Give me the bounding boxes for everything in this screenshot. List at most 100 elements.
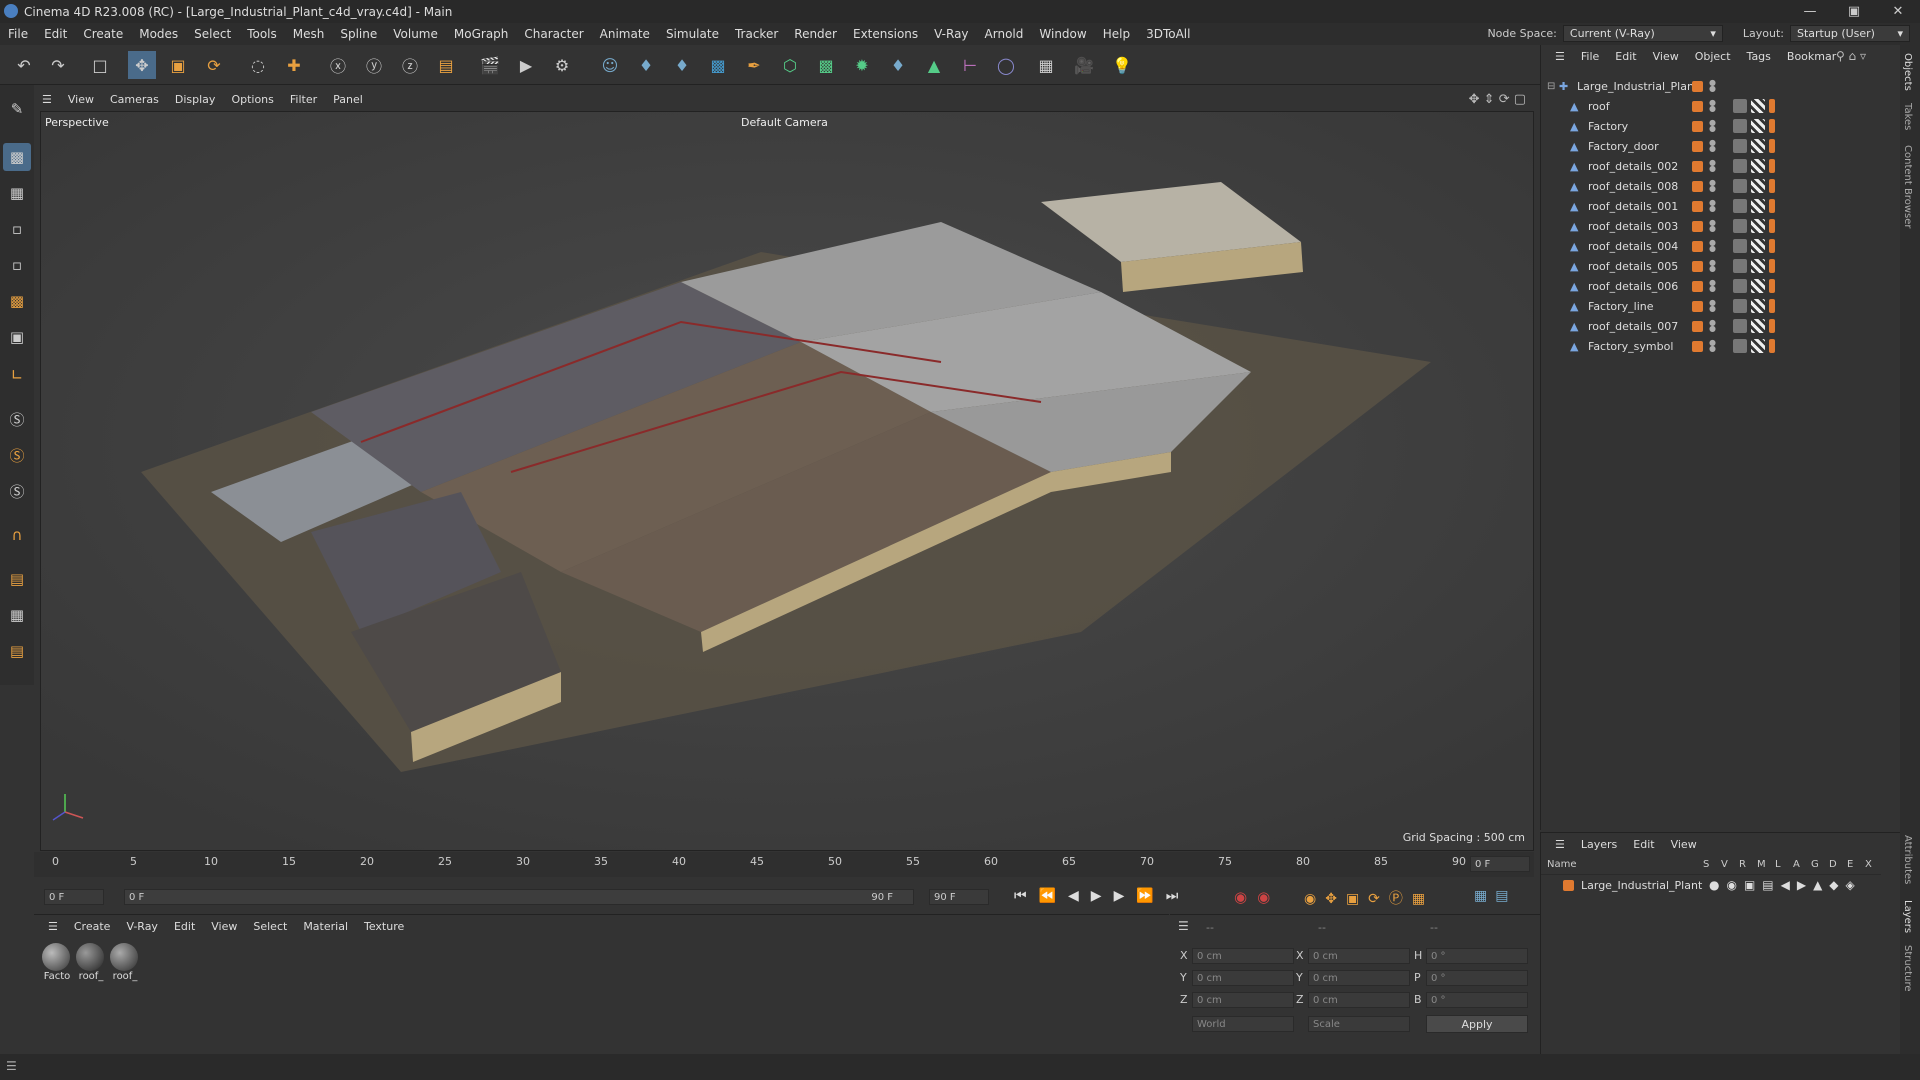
texture-tag-icon[interactable] (1751, 199, 1765, 213)
material-menu-view[interactable]: View (203, 920, 245, 933)
workplane-icon[interactable]: ▤ (3, 565, 31, 593)
snap-workplane-icon[interactable]: Ⓢ (3, 477, 31, 505)
phong-tag-icon[interactable] (1769, 139, 1775, 153)
object-row[interactable]: ▲ Factory_door ● ● (1541, 136, 1881, 156)
current-frame-field[interactable]: 0 F (1470, 856, 1530, 872)
object-row[interactable]: ▲ roof_details_004 ● ● (1541, 236, 1881, 256)
side-tab-layers[interactable]: Layers (1902, 900, 1913, 933)
object-row[interactable]: ▲ roof_details_006 ● ● (1541, 276, 1881, 296)
mograph-cloner-icon[interactable]: ✹ (848, 51, 876, 79)
menu-modes[interactable]: Modes (131, 27, 186, 41)
objects-menu-file[interactable]: File (1573, 50, 1607, 63)
viewport-menu-options[interactable]: Options (223, 93, 281, 106)
rotation-b-field[interactable]: 0 ° (1426, 992, 1528, 1008)
object-row[interactable]: ▲ Factory_line ● ● (1541, 296, 1881, 316)
menu-tools[interactable]: Tools (239, 27, 285, 41)
phong-tag-icon[interactable] (1769, 299, 1775, 313)
menu-tracker[interactable]: Tracker (727, 27, 786, 41)
redo-icon[interactable]: ↷ (44, 51, 72, 79)
menu-window[interactable]: Window (1031, 27, 1094, 41)
magnet-icon[interactable]: ∩ (3, 521, 31, 549)
object-row[interactable]: ▲ roof_details_002 ● ● (1541, 156, 1881, 176)
hamburger-icon[interactable]: ☰ (34, 93, 60, 106)
viewport-view-name[interactable]: Perspective (45, 116, 109, 129)
edges-mode-icon[interactable]: ▫ (3, 251, 31, 279)
viewport-menu-cameras[interactable]: Cameras (102, 93, 167, 106)
side-tab-objects[interactable]: Objects (1902, 53, 1913, 91)
python-alt-icon[interactable]: ♦ (668, 51, 696, 79)
effector-icon[interactable]: ◯ (992, 51, 1020, 79)
visibility-dots[interactable]: ● ● (1709, 199, 1716, 213)
layer-row[interactable]: Large_Industrial_Plant ●◉▣▤◀▶▲◆◈ (1541, 877, 1881, 895)
layer-toggle-icons[interactable]: ●◉▣▤◀▶▲◆◈ (1709, 878, 1862, 892)
menu-3dtoall[interactable]: 3DToAll (1138, 27, 1198, 41)
search-icon[interactable]: ⚲ ⌂ ▿ (1836, 49, 1866, 63)
hamburger-icon[interactable]: ☰ (1547, 838, 1573, 851)
field-icon[interactable]: ▲ (920, 51, 948, 79)
objects-menu-view[interactable]: View (1645, 50, 1687, 63)
end-frame-field[interactable]: 90 F (929, 889, 989, 905)
object-row[interactable]: ▲ Factory ● ● (1541, 116, 1881, 136)
visibility-dots[interactable]: ● ● (1709, 319, 1716, 333)
hamburger-icon[interactable]: ☰ (1178, 919, 1189, 933)
live-selection-icon[interactable]: □ (86, 51, 114, 79)
undo-icon[interactable]: ↶ (10, 51, 38, 79)
viewport-menu-view[interactable]: View (60, 93, 102, 106)
vray-material-tag-icon[interactable] (1733, 199, 1747, 213)
cube-primitive-icon[interactable]: ▩ (704, 51, 732, 79)
timeline-view-icons[interactable]: ▦▤ (1474, 888, 1516, 904)
visibility-dots[interactable]: ● ● (1709, 219, 1716, 233)
extrude-icon[interactable]: ▩ (812, 51, 840, 79)
maximize-button[interactable]: ▣ (1832, 0, 1876, 23)
model-mode-icon[interactable]: ▩ (3, 143, 31, 171)
vray-material-tag-icon[interactable] (1733, 159, 1747, 173)
menu-create[interactable]: Create (75, 27, 131, 41)
transport-controls[interactable]: ⏮⏪◀▶▶⏩⏭ (1014, 888, 1190, 904)
object-row[interactable]: ▲ roof_details_005 ● ● (1541, 256, 1881, 276)
menu-mesh[interactable]: Mesh (285, 27, 333, 41)
scale-tool-icon[interactable]: ▣ (164, 51, 192, 79)
side-tab-content-browser[interactable]: Content Browser (1902, 145, 1913, 228)
expand-icon[interactable]: ⊟ (1547, 81, 1555, 92)
floor-icon[interactable]: ▦ (1032, 51, 1060, 79)
visibility-dots[interactable]: ● ● (1709, 79, 1716, 93)
viewport-menu-panel[interactable]: Panel (325, 93, 371, 106)
vray-material-tag-icon[interactable] (1733, 259, 1747, 273)
object-row[interactable]: ⊟ ✚ Large_Industrial_Plant ● ● (1541, 76, 1881, 96)
frame-range-slider[interactable]: 0 F 90 F (124, 889, 914, 905)
texture-tag-icon[interactable] (1751, 99, 1765, 113)
world-coordinates-icon[interactable]: ▤ (432, 51, 460, 79)
menu-help[interactable]: Help (1095, 27, 1138, 41)
points-mode-icon[interactable]: ▫ (3, 215, 31, 243)
viewport-menu-filter[interactable]: Filter (282, 93, 325, 106)
side-tab-structure[interactable]: Structure (1902, 945, 1913, 992)
object-row[interactable]: ▲ roof_details_001 ● ● (1541, 196, 1881, 216)
timeline-ruler[interactable]: 0 5 10 15 20 25 30 35 40 45 50 55 60 65 … (34, 852, 1534, 877)
viewport-menu-display[interactable]: Display (167, 93, 224, 106)
size-z-field[interactable]: 0 cm (1308, 992, 1410, 1008)
layers-menu-edit[interactable]: Edit (1625, 838, 1662, 851)
vray-material-tag-icon[interactable] (1733, 219, 1747, 233)
recent-tools-icon[interactable]: ◌ (244, 51, 272, 79)
texture-tag-icon[interactable] (1751, 179, 1765, 193)
render-settings-icon[interactable]: ⚙ (548, 51, 576, 79)
vray-material-tag-icon[interactable] (1733, 179, 1747, 193)
phong-tag-icon[interactable] (1769, 339, 1775, 353)
render-picture-viewer-icon[interactable]: ▶ (512, 51, 540, 79)
visibility-dots[interactable]: ● ● (1709, 179, 1716, 193)
visibility-dots[interactable]: ● ● (1709, 339, 1716, 353)
size-x-field[interactable]: 0 cm (1308, 948, 1410, 964)
objects-menu-tags[interactable]: Tags (1739, 50, 1779, 63)
make-editable-icon[interactable]: ✎ (3, 95, 31, 123)
texture-tag-icon[interactable] (1751, 339, 1765, 353)
material-menu-vray[interactable]: V-Ray (118, 920, 166, 933)
menu-extensions[interactable]: Extensions (845, 27, 926, 41)
vray-material-tag-icon[interactable] (1733, 339, 1747, 353)
coordinate-system-icon[interactable]: ✚ (280, 51, 308, 79)
snap-settings-icon[interactable]: Ⓢ (3, 441, 31, 469)
axis-mode-icon[interactable]: ∟ (3, 361, 31, 389)
position-y-field[interactable]: 0 cm (1192, 970, 1294, 986)
objects-menu-edit[interactable]: Edit (1607, 50, 1644, 63)
node-space-select[interactable]: Current (V-Ray) ▾ (1562, 25, 1723, 42)
python-generator-icon[interactable]: ♦ (884, 51, 912, 79)
